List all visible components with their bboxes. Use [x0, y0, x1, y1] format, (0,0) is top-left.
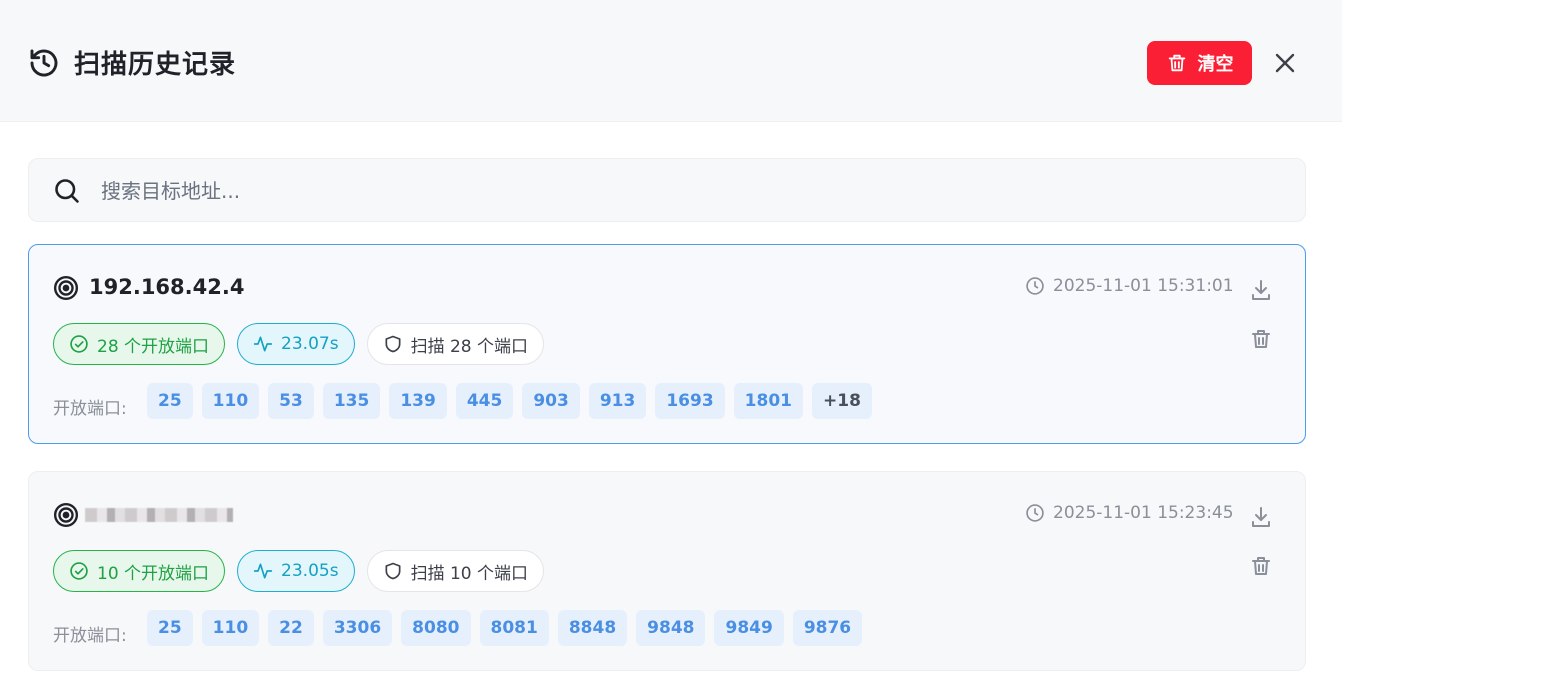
open-ports-count: 10 个开放端口 — [97, 563, 210, 584]
clear-history-button[interactable]: 清空 — [1147, 41, 1252, 85]
port-tag: 1693 — [655, 383, 725, 419]
port-tag: 8848 — [557, 610, 628, 646]
scanned-ports-text: 扫描 28 个端口 — [410, 336, 529, 357]
check-circle-icon — [70, 562, 88, 580]
port-tag: 9876 — [792, 610, 863, 646]
redacted-target-address — [85, 508, 233, 522]
scan-timestamp: 2025-11-01 15:31:01 — [1025, 276, 1234, 296]
history-record-card[interactable]: 192.168.42.4 2025-11-01 15:31:01 28 个开放端… — [28, 244, 1306, 444]
open-ports-label: 开放端口: — [53, 399, 127, 419]
port-tag: 135 — [322, 383, 381, 419]
shield-icon — [385, 562, 401, 580]
scanned-ports-text: 扫描 10 个端口 — [410, 563, 529, 584]
scanned-ports-badge: 扫描 10 个端口 — [366, 550, 545, 592]
port-tag: 8080 — [401, 610, 471, 646]
open-ports-list: 25 110 53 135 139 445 903 913 1693 1801 … — [147, 383, 872, 419]
duration-badge: 23.05s — [237, 550, 355, 592]
trash-icon — [1168, 54, 1185, 72]
port-tag: 903 — [522, 383, 580, 419]
scan-timestamp: 2025-11-01 15:23:45 — [1025, 503, 1234, 523]
page-title: 扫描历史记录 — [74, 50, 237, 80]
open-ports-label: 开放端口: — [53, 626, 127, 646]
open-ports-badge: 10 个开放端口 — [53, 550, 226, 592]
port-tag: 3306 — [322, 610, 393, 646]
port-tag: 139 — [389, 383, 447, 419]
duration-text: 23.07s — [281, 334, 339, 354]
close-icon — [1275, 53, 1295, 73]
target-icon — [53, 502, 79, 528]
more-ports-tag[interactable]: +18 — [812, 383, 872, 419]
record-badges: 28 个开放端口 23.07s 扫描 28 个端口 — [53, 323, 545, 365]
port-tag: 22 — [268, 610, 314, 646]
port-tag: 9849 — [714, 610, 784, 646]
clear-button-label: 清空 — [1197, 54, 1234, 75]
port-tag: 913 — [588, 383, 647, 419]
port-tag: 9848 — [636, 610, 706, 646]
activity-icon — [253, 563, 273, 579]
port-tag: 25 — [147, 383, 193, 419]
activity-icon — [253, 336, 273, 352]
record-badges: 10 个开放端口 23.05s 扫描 10 个端口 — [53, 550, 545, 592]
scanned-ports-badge: 扫描 28 个端口 — [366, 323, 545, 365]
port-tag: 445 — [455, 383, 514, 419]
download-icon[interactable] — [1249, 505, 1273, 529]
download-icon[interactable] — [1249, 278, 1273, 302]
duration-text: 23.05s — [281, 561, 339, 581]
duration-badge: 23.07s — [237, 323, 355, 365]
clock-icon — [1026, 277, 1044, 295]
check-circle-icon — [70, 335, 88, 353]
trash-icon[interactable] — [1249, 327, 1273, 351]
open-ports-badge: 28 个开放端口 — [53, 323, 226, 365]
target-icon — [53, 275, 79, 301]
timestamp-text: 2025-11-01 15:31:01 — [1053, 276, 1234, 296]
trash-icon[interactable] — [1249, 554, 1273, 578]
port-tag: 8081 — [479, 610, 549, 646]
scan-history-panel: 扫描历史记录 清空 192.168.42.4 2025-11- — [0, 0, 1342, 699]
open-ports-list: 25 110 22 3306 8080 8081 8848 9848 9849 … — [147, 610, 863, 646]
search-bar — [28, 158, 1306, 222]
port-tag: 110 — [201, 383, 260, 419]
search-icon — [55, 179, 79, 203]
history-record-card[interactable]: 2025-11-01 15:23:45 10 个开放端口 23.05s 扫描 1… — [28, 471, 1306, 671]
target-address: 192.168.42.4 — [89, 275, 245, 299]
history-icon — [30, 49, 58, 77]
search-input[interactable] — [99, 169, 1283, 213]
timestamp-text: 2025-11-01 15:23:45 — [1053, 503, 1234, 523]
port-tag: 110 — [201, 610, 260, 646]
panel-header: 扫描历史记录 清空 — [0, 0, 1342, 122]
port-tag: 25 — [147, 610, 193, 646]
shield-icon — [385, 335, 401, 353]
clock-icon — [1026, 504, 1044, 522]
port-tag: 53 — [268, 383, 314, 419]
port-tag: 1801 — [733, 383, 803, 419]
open-ports-count: 28 个开放端口 — [97, 336, 210, 357]
close-button[interactable] — [1268, 46, 1302, 80]
